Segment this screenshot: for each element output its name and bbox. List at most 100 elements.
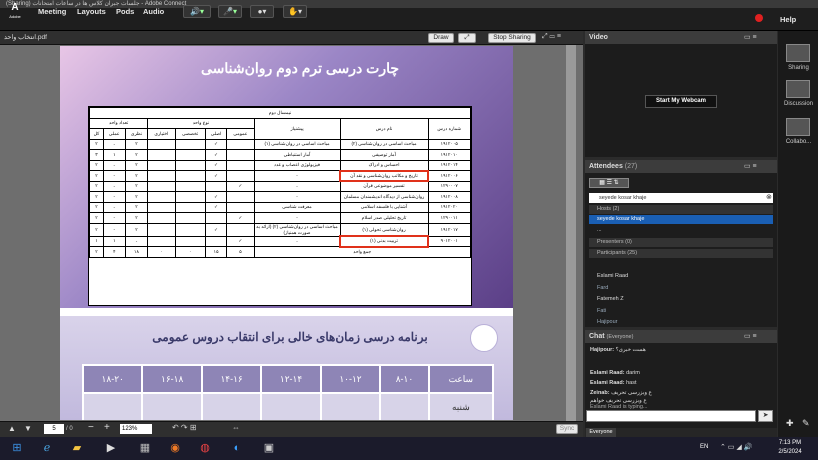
chrome-icon[interactable]: ◍ — [192, 439, 218, 458]
chat-send-icon[interactable]: ➤ — [758, 410, 773, 422]
host-item[interactable]: ... — [589, 226, 773, 235]
course-cell: ۱۹۱۲۰۲۰ — [427, 201, 472, 213]
course-row: ۱۲۹۰۰۱۱ تاریخ تحلیلی صدر اسلام - ✓ ۲-۲ — [89, 212, 472, 224]
speaker-icon[interactable]: 🔊▾ — [183, 5, 211, 18]
chat-input[interactable] — [586, 410, 756, 422]
adobe-connect-icon[interactable]: ▣ — [256, 439, 282, 458]
layout-collaboration-thumb[interactable] — [786, 118, 810, 136]
course-cell: آمار توصیفی — [339, 149, 429, 161]
total-cell: ۴ — [102, 246, 126, 258]
video-pod-options-icon[interactable]: ▭ ≡ — [744, 33, 757, 41]
menu-pods[interactable]: Pods — [116, 0, 134, 23]
clock[interactable]: 7:13 PM 2/5/2024 — [770, 439, 810, 457]
attendee-view-icons[interactable]: ▦ ☰ ⇅ — [589, 178, 629, 188]
participant-item[interactable]: Fard — [589, 284, 773, 293]
share-scrollbar[interactable] — [566, 45, 576, 421]
layout-sharing-label[interactable]: Sharing — [779, 65, 818, 71]
course-cell: تاریخ و مکاتب روان‌شناسی و نقد آن — [339, 169, 430, 182]
course-cell: ۲ — [89, 222, 104, 237]
layout-discussion-label[interactable]: Discussion — [779, 101, 818, 107]
course-cell: آشنایی با فلسفه اسلامی — [339, 201, 429, 213]
clear-search-icon[interactable]: ⊗ — [766, 193, 772, 201]
menu-meeting[interactable]: Meeting — [38, 0, 66, 23]
course-cell: ۱۹۱۲۰۰۵ — [427, 138, 472, 150]
course-cell: - — [102, 180, 126, 192]
participants-section[interactable]: Participants (25) — [589, 249, 773, 258]
media-player-icon[interactable]: ▶ — [98, 439, 124, 458]
chat-options-icon[interactable]: ▭ ≡ — [744, 332, 757, 340]
course-cell — [147, 201, 176, 213]
page-up-icon[interactable]: ▲ — [8, 424, 16, 433]
chat-message: Eslami Raad: hast — [590, 380, 637, 386]
course-row: ۱۹۱۲۰۲۰ آشنایی با فلسفه اسلامی معرفت شناسی… — [89, 201, 472, 213]
course-cell: ✓ — [204, 149, 228, 161]
calendar-icon[interactable]: ▦ — [132, 439, 158, 458]
sync-button[interactable]: Sync — [556, 424, 578, 434]
firefox-icon[interactable]: ◉ — [162, 439, 188, 458]
page-down-icon[interactable]: ▼ — [24, 424, 32, 433]
layout-add-icon[interactable]: ✚ — [786, 418, 794, 429]
course-cell: مباحث اساسی در روان‌شناسی (۲) — [339, 138, 429, 150]
participant-item[interactable]: Fatemeh Z — [589, 295, 773, 304]
course-row: ۱۹۱۲۰۱۴ احساس و ادراک فیزیولوژی اعصاب و غد… — [89, 159, 472, 171]
schedule-cell — [319, 392, 382, 420]
zoom-out-icon[interactable]: − — [88, 422, 94, 433]
presenters-section[interactable]: Presenters (0) — [589, 238, 773, 247]
language-indicator[interactable]: EN — [700, 444, 708, 450]
course-cell — [226, 138, 255, 150]
fullscreen-icon[interactable]: ⤢ — [458, 33, 476, 43]
page-total: / 0 — [66, 426, 73, 432]
host-item[interactable]: seyede kosar khaje — [589, 215, 773, 224]
time-slot: ۱۴-۱۶ — [200, 364, 263, 394]
edge-icon[interactable]: ◐ — [224, 439, 250, 458]
zoom-in-icon[interactable]: + — [104, 422, 110, 433]
menu-audio[interactable]: Audio — [143, 0, 164, 23]
browser-ie-icon[interactable]: ℯ — [34, 439, 60, 458]
menu-help[interactable]: Help — [780, 8, 796, 31]
pdf-document: چارت درسی ترم دوم روان‌شناسی نیمسال دوم … — [60, 46, 513, 420]
course-cell: - — [253, 170, 341, 182]
participant-item[interactable]: Eslami Raad — [589, 272, 773, 281]
course-cell: ۱۹۱۲۰۱۴ — [427, 159, 472, 171]
participant-item[interactable]: Fati — [589, 307, 773, 316]
draw-button[interactable]: Draw — [428, 33, 454, 43]
course-cell — [226, 191, 255, 203]
start-icon[interactable]: ⊞ — [4, 439, 30, 458]
th-unit-type: نوع واحد — [147, 117, 255, 129]
course-cell — [174, 191, 206, 203]
course-cell: ۲ — [89, 170, 104, 182]
course-cell: ۲ — [89, 212, 104, 224]
raise-hand-icon[interactable]: ✋▾ — [283, 5, 307, 18]
participant-item[interactable] — [589, 262, 773, 271]
adobe-logo: A Adobe — [9, 2, 21, 19]
time-slot: ۱۲-۱۴ — [260, 364, 322, 394]
fit-width-icon[interactable]: ⇔ — [232, 423, 240, 432]
file-explorer-icon[interactable]: ▰ — [64, 439, 90, 458]
course-cell: ✓ — [204, 159, 228, 171]
menu-layouts[interactable]: Layouts — [77, 0, 106, 23]
attendee-search-input[interactable]: seyede kosar khaje — [589, 193, 773, 203]
layout-settings-icon[interactable]: ✎ — [802, 418, 810, 429]
chat-tab-everyone[interactable]: Everyone — [586, 428, 616, 437]
rotate-icons[interactable]: ↶ ↷ ⊞ — [172, 423, 222, 432]
layout-sharing-thumb[interactable] — [786, 44, 810, 62]
zoom-select[interactable]: 123% — [120, 424, 152, 434]
chat-title: Chat — [589, 333, 605, 340]
total-cell: ۱۵ — [204, 246, 228, 258]
attendees-options-icon[interactable]: ▭ ≡ — [744, 162, 757, 170]
pod-options-icon[interactable]: ⤢ ▭ ≡ — [542, 33, 572, 41]
webcam-icon[interactable]: ●▾ — [250, 5, 274, 18]
microphone-icon[interactable]: 🎤▾ — [218, 5, 242, 18]
course-cell: ۲ — [124, 191, 149, 203]
hosts-section[interactable]: Hosts (2) — [589, 205, 773, 214]
stop-sharing-button[interactable]: Stop Sharing — [488, 33, 536, 43]
start-webcam-button[interactable]: Start My Webcam — [645, 95, 717, 108]
course-cell: ۱۹۱۲۰۱۷ — [427, 222, 472, 237]
th-name: نام درس — [339, 117, 429, 140]
layout-collaboration-label[interactable]: Collabo... — [779, 139, 818, 145]
page-number-input[interactable]: 5 — [44, 424, 64, 434]
participant-item[interactable]: Hajipour — [589, 318, 773, 327]
layout-discussion-thumb[interactable] — [786, 80, 810, 98]
chat-message: Eslami Raad: darim — [590, 370, 640, 376]
system-tray-icons[interactable]: ⌃ ▭ ◢ 🔊 — [720, 443, 752, 451]
